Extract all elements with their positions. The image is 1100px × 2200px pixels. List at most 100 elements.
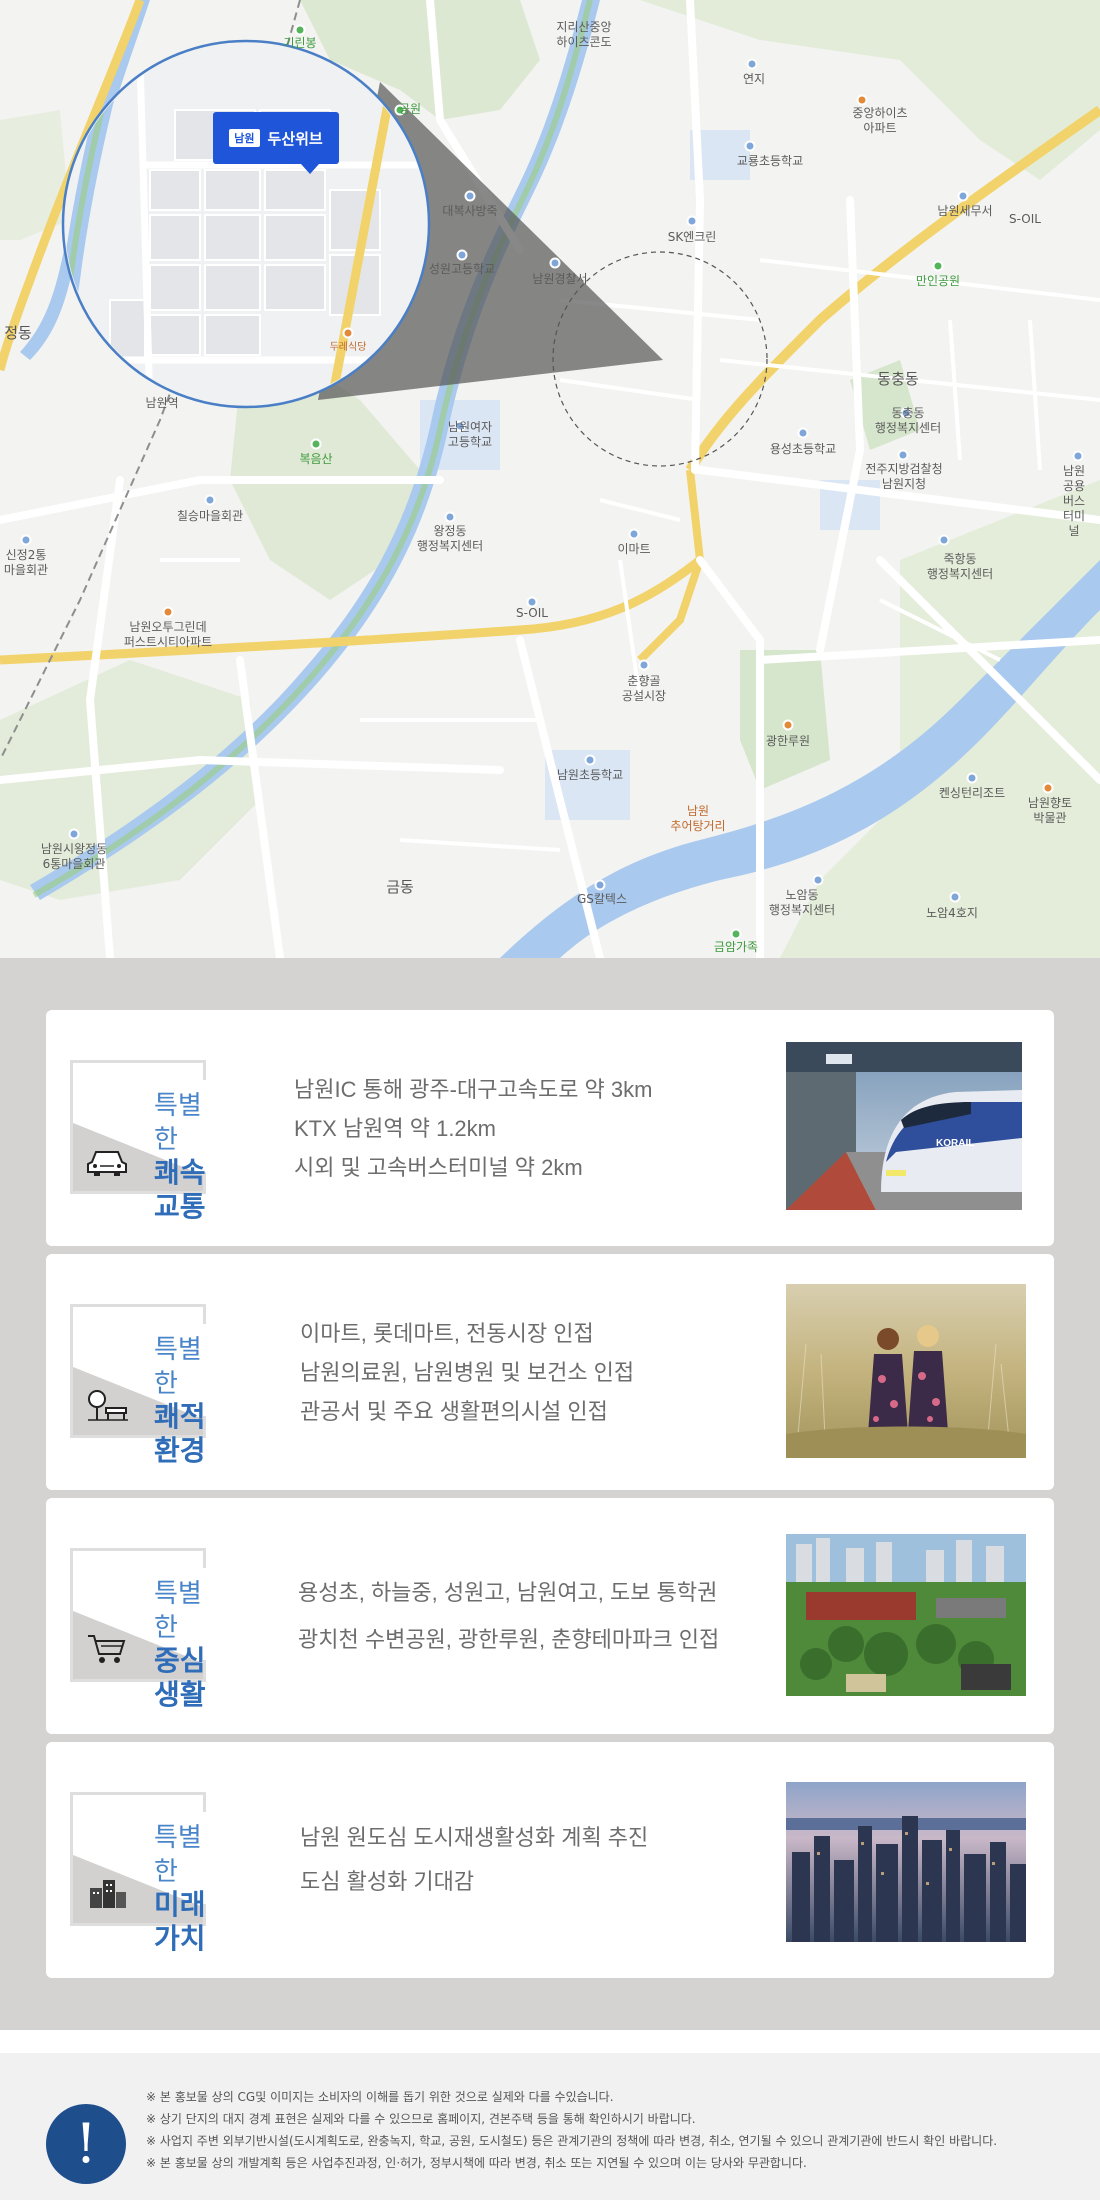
feature-card-environment: 특별한 쾌적환경 이마트, 롯데마트, 전동시장 인접 남원의료원, 남원병원 … [46, 1254, 1054, 1490]
map-label-jirisan-apt: 지리산중앙 하이츠콘도 [556, 20, 612, 49]
feature-line: 남원 원도심 도시재생활성화 계획 추진 [300, 1825, 649, 1850]
feature-icon-box: 특별한 미래가치 [70, 1792, 209, 1954]
map-label-soil-mid: S-OIL [516, 606, 548, 620]
map-label-namwon-school: 남원초등학교 [556, 768, 624, 782]
map-label-yeonji: 연지 [742, 72, 766, 86]
poi-wangjeong6-dot [68, 828, 80, 840]
feature-card-future: 특별한 미래가치 남원 원도심 도시재생활성화 계획 추진 도심 활성화 기대감 [46, 1742, 1054, 1978]
train-logo-text: KORAIL [936, 1138, 974, 1149]
poi-girinbong-dot [294, 24, 306, 36]
disclaimer-section: ! ※ 본 홍보물 상의 CG및 이미지는 소비자의 이해를 돕기 위한 것으로… [0, 2030, 1100, 2200]
site-brand-name: 두산위브 [267, 129, 323, 148]
feature-icon-box: 특별한 쾌적환경 [70, 1304, 209, 1466]
map-label-sk: SK엔크린 [667, 230, 717, 244]
features-section: 특별한 쾌속교통 남원IC 통해 광주-대구고속도로 약 3km KTX 남원역… [0, 958, 1100, 2030]
disclaimer-lines: ※ 본 홍보물 상의 CG및 이미지는 소비자의 이해를 돕기 위한 것으로 실… [146, 2086, 997, 2174]
skyline-photo [786, 1782, 1026, 1942]
map-label-prosecutor: 전주지방검찰청 남원지청 [865, 462, 943, 491]
map-label-girls-high: 남원여자 고등학교 [447, 420, 493, 449]
map-label-gwanghallu: 광한루원 [765, 734, 811, 748]
feature-icon-box: 특별한 쾌속교통 [70, 1060, 209, 1222]
disclaimer-line: ※ 본 홍보물 상의 개발계획 등은 사업추진과정, 인·허가, 정부시책에 따… [146, 2156, 807, 2170]
map-label-jungang-apt: 중앙하이츠 아파트 [852, 106, 908, 135]
map-label-soil-top: S-OIL [1009, 212, 1041, 226]
poi-manin-park-dot [932, 260, 944, 272]
map-label-geum-dong: 금동 [386, 878, 414, 896]
feature-title-prefix: 특별한 [154, 1334, 202, 1398]
poi-prosecutor-dot [897, 449, 909, 461]
feature-line: 용성초, 하늘중, 성원고, 남원여고, 도보 통학권 [298, 1580, 718, 1605]
map-label-first-city: 남원오투그린데 퍼스트시티아파트 [123, 620, 213, 649]
children-field-photo [786, 1284, 1026, 1458]
map-label-chilseung: 칠승마을회관 [176, 509, 244, 523]
shopping-cart-icon [88, 1635, 126, 1663]
feature-card-living: 특별한 중심생활 용성초, 하늘중, 성원고, 남원여고, 도보 통학권 광치천… [46, 1498, 1054, 1734]
poi-namwon-school-dot [584, 754, 596, 766]
map-label-jeong-dong: 정동 [4, 324, 32, 342]
map-label-wangjeong6: 남원시왕정동 6통마을회관 [40, 842, 108, 871]
disclaimer-line: ※ 상기 단지의 대지 경계 표현은 실제와 다를 수 있으므로 홈페이지, 견… [146, 2112, 696, 2126]
car-icon [87, 1151, 127, 1176]
feature-title-main: 중심생활 [154, 1645, 206, 1710]
feature-title-prefix: 특별한 [154, 1090, 202, 1154]
map-label-police: 남원경찰서 [532, 272, 588, 286]
poi-chilseung-dot [204, 494, 216, 506]
map-label-tax-office: 남원세무서 [937, 204, 993, 218]
poi-sk-dot [686, 215, 698, 227]
map-label-restaurant: 두레식당 [329, 342, 367, 353]
poi-tax-office-dot [957, 190, 969, 202]
feature-line: 이마트, 롯데마트, 전동시장 인접 [300, 1320, 594, 1346]
map-label-dongchung-center: 동충동 행정복지센터 [874, 406, 942, 435]
feature-line: 남원IC 통해 광주-대구고속도로 약 3km [294, 1076, 653, 1102]
feature-lines: 이마트, 롯데마트, 전동시장 인접 남원의료원, 남원병원 및 보건소 인접 … [300, 1254, 634, 1490]
feature-lines: 남원 원도심 도시재생활성화 계획 추진 도심 활성화 기대감 [300, 1742, 648, 1978]
map-label-gyoryong-school: 교룡초등학교 [736, 154, 804, 168]
poi-jungang-apt-dot [856, 94, 868, 106]
map-label-bokeumsan: 복음산 [299, 452, 333, 466]
poi-kensington-dot [966, 772, 978, 784]
feature-line: KTX 남원역 약 1.2km [294, 1115, 496, 1141]
poi-bokeumsan-dot [310, 438, 322, 450]
disclaimer-line: ※ 본 홍보물 상의 CG및 이미지는 소비자의 이해를 돕기 위한 것으로 실… [146, 2090, 614, 2104]
map-label-park-top: 공원 [398, 102, 422, 116]
feature-title-prefix: 특별한 [154, 1822, 202, 1886]
poi-bus-terminal-dot [1072, 450, 1084, 462]
map-label-bus-terminal: 남원공용 버스터미널 [1062, 464, 1086, 538]
map-label-dongchung-dong: 동충동 [877, 370, 919, 388]
site-marker-tag: 남원 두산위브 [213, 112, 339, 174]
poi-gs-dot [594, 879, 606, 891]
poi-yongseong-school-dot [797, 427, 809, 439]
map-label-market: 춘향골 공설시장 [621, 674, 667, 703]
feature-title-prefix: 특별한 [154, 1578, 202, 1642]
map-label-noam-center: 노암동 행정복지센터 [768, 888, 836, 917]
poi-gwanghallu-dot [782, 719, 794, 731]
map-label-hyangto: 남원향토 박물관 [1027, 796, 1073, 825]
disclaimer-line: ※ 사업지 주변 외부기반시설(도시계획도로, 완충녹지, 학교, 공원, 도시… [146, 2134, 998, 2148]
feature-title-main: 쾌적환경 [154, 1401, 206, 1466]
map-label-yongseong-school: 용성초등학교 [769, 442, 837, 456]
feature-lines: 남원IC 통해 광주-대구고속도로 약 3km KTX 남원역 약 1.2km … [294, 1010, 652, 1246]
site-region-badge: 남원 [229, 129, 260, 147]
poi-noam4-dot [949, 891, 961, 903]
map-label-kensington: 켄싱턴리조트 [938, 786, 1006, 800]
poi-restaurant-dot [342, 327, 354, 339]
map-label-jukhang-center: 죽항동 행정복지센터 [926, 552, 994, 581]
city-aerial-photo [786, 1534, 1026, 1696]
feature-title-main: 쾌속교통 [154, 1157, 206, 1222]
map-label-manin-park: 만인공원 [915, 274, 961, 288]
feature-title-main: 미래가치 [154, 1889, 206, 1954]
poi-market-dot [638, 659, 650, 671]
map-label-wangjeong-center: 왕정동 행정복지센터 [416, 524, 484, 553]
feature-icon-box: 특별한 중심생활 [70, 1548, 209, 1710]
map-label-seongwon-high: 성원고등학교 [428, 262, 496, 276]
poi-gyoryong-school-dot [744, 140, 756, 152]
feature-line: 도심 활성화 기대감 [300, 1869, 475, 1894]
poi-noam-center-dot [812, 874, 824, 886]
poi-seongwon-high-dot [456, 249, 468, 261]
warning-icon: ! [46, 2104, 126, 2184]
feature-line: 남원의료원, 남원병원 및 보건소 인접 [300, 1359, 635, 1385]
poi-geumam-dot [730, 928, 742, 940]
map-label-sinjeong: 신정2통 마을회관 [3, 548, 49, 577]
poi-jukhang-center-dot [938, 534, 950, 546]
map-label-geumam: 금암가족 [713, 940, 759, 954]
